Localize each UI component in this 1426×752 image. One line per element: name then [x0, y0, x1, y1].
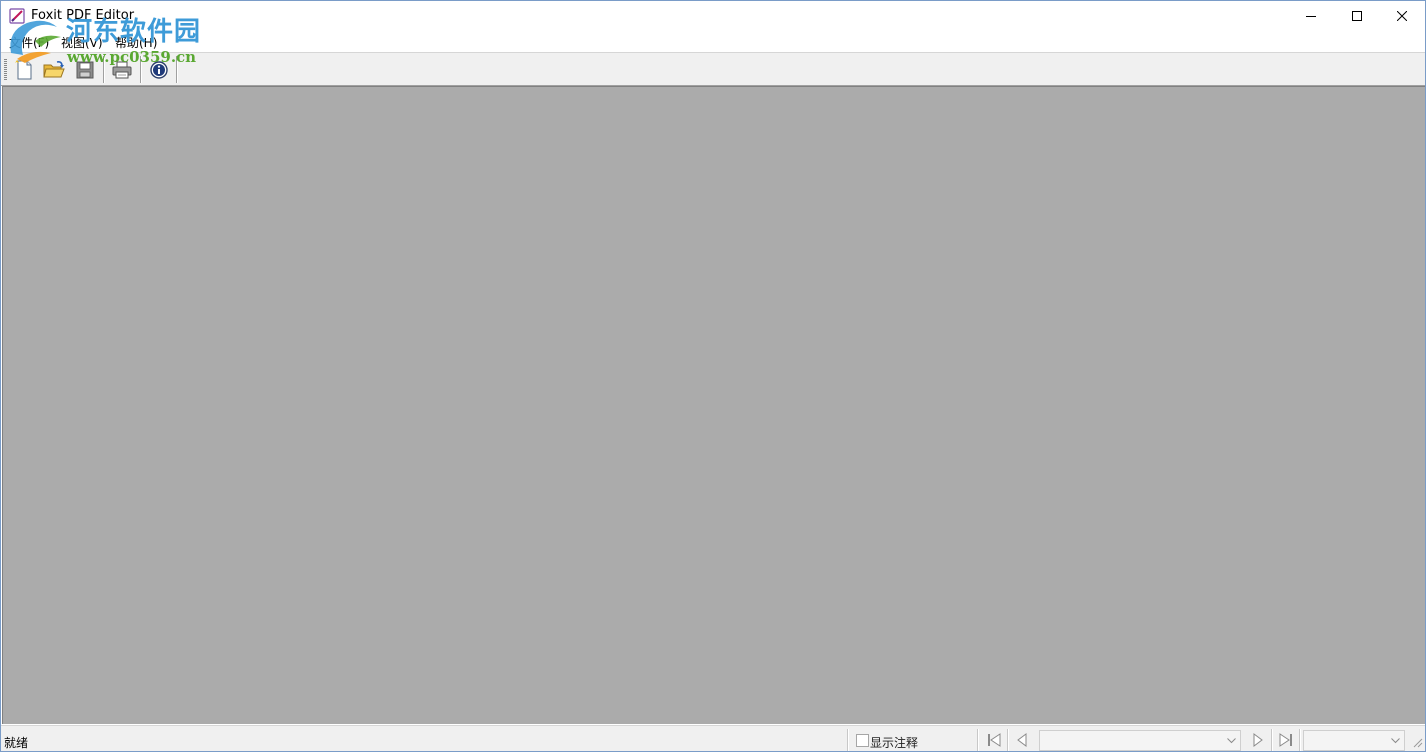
close-icon: [1397, 11, 1407, 21]
previous-page-icon: [1017, 733, 1027, 747]
chevron-down-icon: [1387, 731, 1404, 750]
status-text: 就绪: [4, 736, 29, 750]
close-button[interactable]: [1379, 1, 1425, 31]
minimize-button[interactable]: [1288, 1, 1334, 31]
menu-bar: 文件(F) 视图(V) 帮助(H): [1, 31, 1425, 52]
show-annotations-checkbox[interactable]: [856, 734, 869, 747]
status-bar: 就绪 显示注释: [1, 725, 1425, 751]
status-divider: [1271, 729, 1273, 751]
resize-grip-icon[interactable]: [1411, 736, 1423, 748]
minimize-icon: [1306, 16, 1316, 17]
page-number-combo[interactable]: [1039, 730, 1241, 751]
document-workspace[interactable]: [2, 86, 1425, 724]
last-page-button[interactable]: [1275, 730, 1297, 750]
last-page-icon: [1279, 733, 1292, 747]
next-page-icon: [1253, 733, 1263, 747]
watermark-url: www.pc0359.cn: [67, 48, 197, 66]
application-window: Foxit PDF Editor 文件(F) 视图(V) 帮助(H) 河东软件园…: [0, 0, 1426, 752]
maximize-button[interactable]: [1334, 1, 1380, 31]
first-page-button[interactable]: [983, 730, 1005, 750]
status-divider: [1299, 729, 1301, 751]
zoom-combo[interactable]: [1303, 730, 1405, 751]
next-page-button[interactable]: [1247, 730, 1269, 750]
title-bar[interactable]: Foxit PDF Editor: [1, 1, 1425, 31]
previous-page-button[interactable]: [1011, 730, 1033, 750]
watermark-logo: [5, 13, 69, 65]
show-annotations-label[interactable]: 显示注释: [870, 734, 918, 751]
status-divider: [847, 729, 849, 751]
toolbar: [1, 52, 1425, 86]
status-divider: [977, 729, 979, 751]
status-divider: [1007, 729, 1009, 751]
first-page-icon: [988, 733, 1001, 747]
watermark-title: 河东软件园: [66, 17, 202, 47]
chevron-down-icon: [1223, 731, 1240, 750]
maximize-icon: [1352, 11, 1362, 21]
